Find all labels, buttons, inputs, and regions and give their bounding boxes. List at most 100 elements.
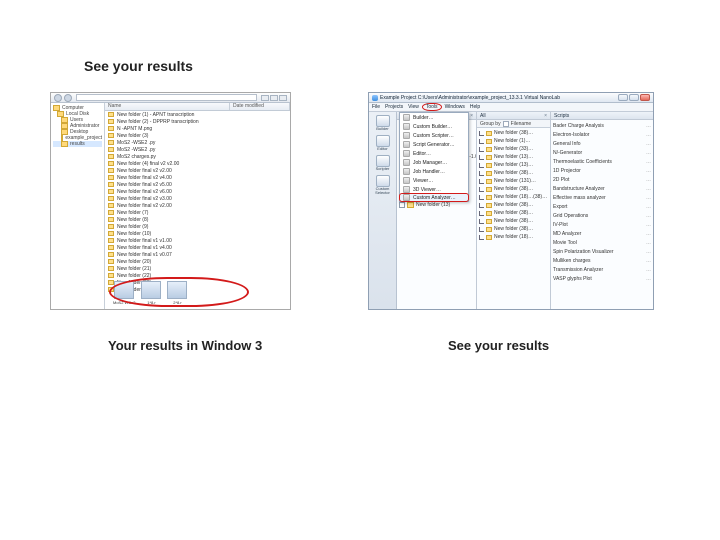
group-row[interactable]: New folder (38)… xyxy=(479,209,548,217)
menu-windows[interactable]: Windows xyxy=(445,104,465,110)
close-button[interactable] xyxy=(640,94,650,101)
minimize-button[interactable] xyxy=(261,95,269,101)
group-dropdown[interactable] xyxy=(503,121,509,127)
list-row[interactable]: N -APNT M.png xyxy=(105,125,290,132)
script-row[interactable]: MD Analyzer xyxy=(553,229,651,238)
group-row[interactable]: New folder (13)… xyxy=(479,161,548,169)
menu-item[interactable]: Custom Scripter… xyxy=(400,131,468,140)
sidebar-item[interactable]: Scripter xyxy=(370,155,396,171)
list-row[interactable]: New folder (3) xyxy=(105,132,290,139)
result-thumb[interactable]: 1*8.r xyxy=(141,281,161,305)
list-row[interactable]: MoS2 -WSE2 .py xyxy=(105,139,290,146)
list-row[interactable]: New folder final v1 v0.07 xyxy=(105,251,290,258)
explorer-list[interactable]: Name Date modified New folder (1) - APNT… xyxy=(105,103,290,309)
nav-back-button[interactable] xyxy=(54,94,62,102)
list-row[interactable]: New folder final v2 v3.00 xyxy=(105,195,290,202)
maximize-button[interactable] xyxy=(270,95,278,101)
col-name[interactable]: Name xyxy=(105,103,230,110)
menu-item[interactable]: Builder… xyxy=(400,113,468,122)
menu-projects[interactable]: Projects xyxy=(385,104,403,110)
script-row[interactable]: Effective mass analyzer xyxy=(553,193,651,202)
list-row[interactable]: New folder (9) xyxy=(105,223,290,230)
script-row[interactable]: Export xyxy=(553,202,651,211)
menu-item[interactable]: Job Manager… xyxy=(400,158,468,167)
col-date[interactable]: Date modified xyxy=(230,103,290,110)
panel-close-icon[interactable]: × xyxy=(544,113,547,119)
sidebar-item[interactable]: Custom Selector xyxy=(370,175,396,195)
group-row[interactable]: New folder (13)… xyxy=(479,153,548,161)
list-row[interactable]: New folder (8) xyxy=(105,216,290,223)
nav-forward-button[interactable] xyxy=(64,94,72,102)
sidebar-item[interactable]: Editor xyxy=(370,135,396,151)
list-row[interactable]: New folder (22) xyxy=(105,272,290,279)
minimize-button[interactable] xyxy=(618,94,628,101)
list-row[interactable]: New folder final v2 v4.00 xyxy=(105,174,290,181)
menu-item[interactable]: Custom Builder… xyxy=(400,122,468,131)
menu-item[interactable]: Job Handler… xyxy=(400,167,468,176)
script-row[interactable]: 1D Projector xyxy=(553,166,651,175)
list-row[interactable]: New folder final v1 v4.00 xyxy=(105,244,290,251)
list-row[interactable]: New folder (21) xyxy=(105,265,290,272)
script-row[interactable]: IV-Plot xyxy=(553,220,651,229)
script-row[interactable]: VASP glyphs Plot xyxy=(553,274,651,283)
maximize-button[interactable] xyxy=(629,94,639,101)
group-row[interactable]: New folder (38)… xyxy=(479,185,548,193)
list-row[interactable]: New folder (2) - DPPRP transcription xyxy=(105,118,290,125)
group-row[interactable]: New folder (18)…(38)… xyxy=(479,193,548,201)
result-thumb[interactable]: MoS2 WSe2 xyxy=(113,281,135,305)
menu-item[interactable]: Viewer… xyxy=(400,176,468,185)
list-row[interactable]: New folder final v2 v2.00 xyxy=(105,202,290,209)
menu-tools[interactable]: Tools xyxy=(422,103,442,111)
list-row[interactable]: New folder final v2 v5.00 xyxy=(105,181,290,188)
explorer-tree[interactable]: ComputerLocal DiskUsersAdministratorDesk… xyxy=(51,103,105,309)
sidebar-item[interactable]: Builder xyxy=(370,115,396,131)
menu-help[interactable]: Help xyxy=(470,104,480,110)
script-row[interactable]: 2D Plot xyxy=(553,175,651,184)
script-row[interactable]: Spin Polarization Visualizer xyxy=(553,247,651,256)
address-bar[interactable] xyxy=(76,94,257,101)
group-row[interactable]: New folder (38)… xyxy=(479,217,548,225)
panel-close-icon[interactable]: × xyxy=(470,113,473,119)
group-row[interactable]: New folder (131)… xyxy=(479,177,548,185)
checkbox[interactable] xyxy=(399,202,405,208)
group-row[interactable]: New folder (38)… xyxy=(479,225,548,233)
script-row[interactable]: General Info xyxy=(553,139,651,148)
close-button[interactable] xyxy=(279,95,287,101)
list-row[interactable]: New folder (4) final v2 v2.00 xyxy=(105,160,290,167)
script-row[interactable]: Bandstructure Analyzer xyxy=(553,184,651,193)
list-row[interactable]: MoS2 -WSE2 .py xyxy=(105,146,290,153)
menu-file[interactable]: File xyxy=(372,104,380,110)
list-row[interactable]: New folder (1) - APNT transcription xyxy=(105,111,290,118)
menubar[interactable]: File Projects ViewToolsWindows Help xyxy=(369,103,653,112)
group-row[interactable]: New folder (18)… xyxy=(479,233,548,241)
script-row[interactable]: Transmission Analyzer xyxy=(553,265,651,274)
menu-item[interactable]: Script Generator… xyxy=(400,140,468,149)
tools-menu-dropdown[interactable]: Builder…Custom Builder…Custom Scripter…S… xyxy=(399,112,469,202)
script-row[interactable]: Bader Charge Analysis xyxy=(553,121,651,130)
tool-sidebar[interactable]: Builder Editor Scripter Custom Selector xyxy=(369,112,397,309)
group-row[interactable]: New folder (1)… xyxy=(479,137,548,145)
script-row[interactable]: N/-Generator xyxy=(553,148,651,157)
result-thumb[interactable]: 2*8.r xyxy=(167,281,187,305)
script-row[interactable]: Movie Tool xyxy=(553,238,651,247)
project-file-row[interactable]: New folder (13) xyxy=(399,201,474,209)
list-row[interactable]: New folder (10) xyxy=(105,230,290,237)
list-row[interactable]: New folder final v2 v2.00 xyxy=(105,167,290,174)
group-header[interactable]: Group by Filename xyxy=(477,120,550,128)
tree-node[interactable]: results xyxy=(53,141,102,147)
group-row[interactable]: New folder (38)… xyxy=(479,169,548,177)
menu-view[interactable]: View xyxy=(408,104,419,110)
list-row[interactable]: New folder final v1 v1.00 xyxy=(105,237,290,244)
script-row[interactable]: Grid Operations xyxy=(553,211,651,220)
list-row[interactable]: New folder final v2 v6.00 xyxy=(105,188,290,195)
list-row[interactable]: MoS2 charges.py xyxy=(105,153,290,160)
script-row[interactable]: Thermoelastic Coefficients xyxy=(553,157,651,166)
script-row[interactable]: Mulliken charges xyxy=(553,256,651,265)
menu-item[interactable]: Custom Analyzer… xyxy=(399,193,469,202)
list-row[interactable]: New folder (20) xyxy=(105,258,290,265)
group-row[interactable]: New folder (38)… xyxy=(479,201,548,209)
group-row[interactable]: New folder (33)… xyxy=(479,145,548,153)
list-row[interactable]: New folder (7) xyxy=(105,209,290,216)
script-row[interactable]: Electron-Isolator xyxy=(553,130,651,139)
group-row[interactable]: New folder (38)… xyxy=(479,129,548,137)
